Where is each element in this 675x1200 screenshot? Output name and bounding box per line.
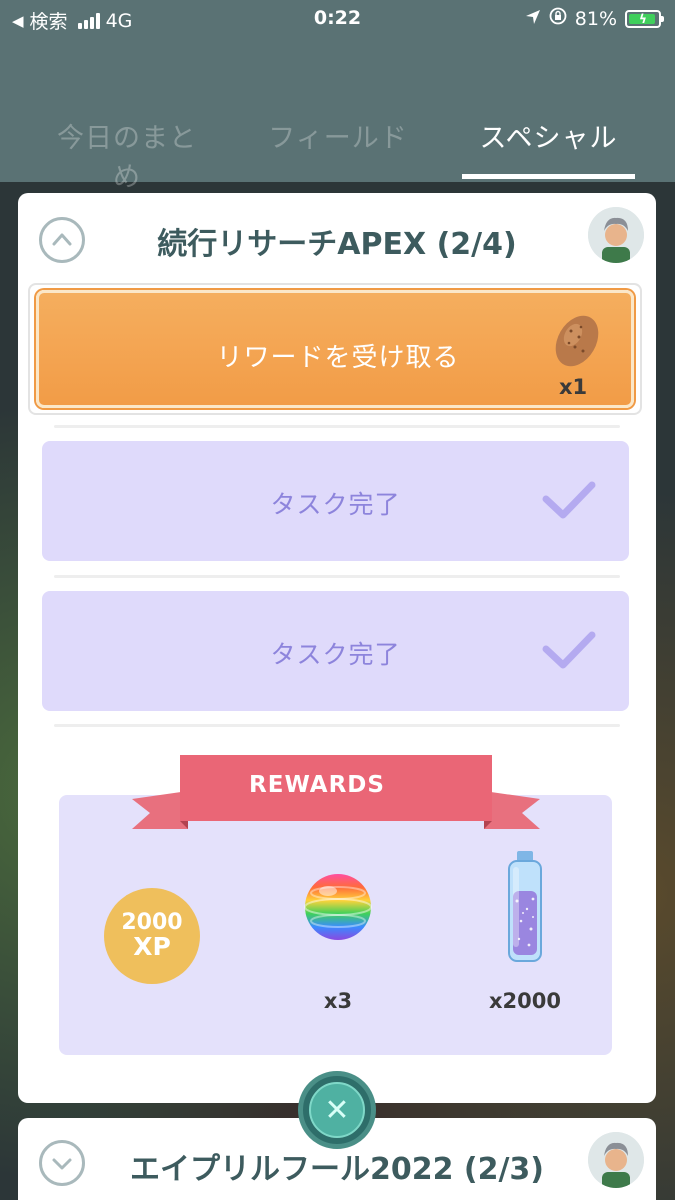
active-tab-indicator	[462, 174, 635, 179]
header: ◀ 検索 4G 0:22 81% ϟ 今日のまとめ フィールド スペシャル	[0, 0, 675, 193]
rewards-header: REWARDS	[249, 772, 385, 798]
task-label: タスク完了	[270, 490, 401, 519]
claim-reward-quantity: x1	[559, 375, 588, 399]
divider	[54, 575, 620, 578]
tab-special[interactable]: スペシャル	[462, 116, 635, 155]
research-title: 続行リサーチAPEX (2/4)	[157, 227, 517, 262]
tab-today-summary[interactable]: 今日のまとめ	[44, 116, 210, 194]
close-icon: ✕	[309, 1082, 365, 1138]
xp-label: XP	[133, 932, 171, 962]
divider	[54, 425, 620, 428]
task-item: タスク完了	[42, 441, 629, 561]
professor-avatar	[588, 207, 644, 263]
tab-field[interactable]: フィールド	[268, 116, 408, 155]
task-item: タスク完了	[42, 591, 629, 711]
claim-reward-button[interactable]: リワードを受け取る x1	[36, 290, 634, 408]
divider	[54, 724, 620, 727]
candy-quantity: x3	[323, 989, 353, 1013]
tab-bar: 今日のまとめ フィールド スペシャル	[0, 110, 675, 193]
professor-avatar	[588, 1132, 644, 1188]
claim-reward-label: リワードを受け取る	[216, 343, 460, 373]
checkmark-icon	[542, 481, 596, 519]
pokeball-icon	[555, 315, 599, 367]
close-button[interactable]: ✕	[298, 1071, 376, 1149]
research-card: 続行リサーチAPEX (2/4) リワードを受け取る x1 タスク完了 タスク完…	[18, 193, 656, 1103]
checkmark-icon	[542, 631, 596, 669]
xp-icon: 2000 XP	[104, 888, 200, 984]
task-label: タスク完了	[270, 640, 401, 669]
stardust-quantity: x2000	[489, 989, 561, 1013]
battery-percent: 81%	[574, 7, 617, 30]
claim-reward-frame: リワードを受け取る x1	[28, 283, 642, 415]
rare-candy-icon	[304, 874, 372, 940]
next-research-title: エイプリルフール2022 (2/3)	[129, 1152, 545, 1187]
stardust-icon	[508, 851, 542, 962]
status-bar: ◀ 検索 4G 0:22 81% ϟ	[0, 0, 675, 40]
location-icon	[525, 8, 541, 30]
orientation-lock-icon	[549, 7, 567, 30]
xp-amount: 2000	[121, 910, 183, 936]
battery-icon: ϟ	[625, 9, 664, 28]
